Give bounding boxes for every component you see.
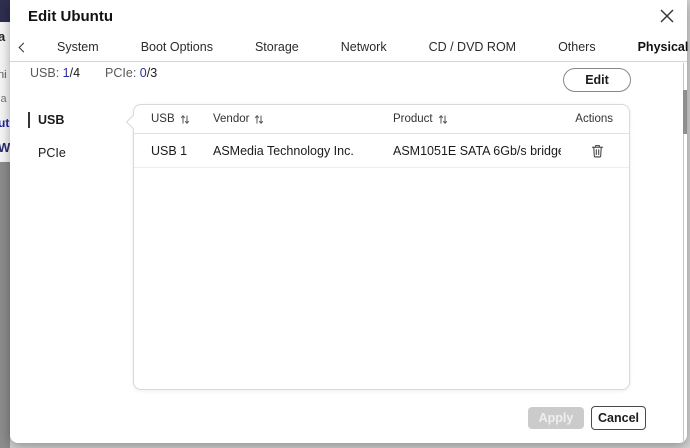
column-header-label: Actions: [575, 113, 613, 125]
nav-item-label: USB: [38, 113, 64, 127]
apply-button[interactable]: Apply: [528, 407, 584, 429]
tab-storage[interactable]: Storage: [234, 34, 320, 62]
background-text-fragment: ni: [0, 69, 7, 81]
sort-icon[interactable]: [254, 114, 264, 125]
column-header-label: Vendor: [213, 113, 249, 125]
sort-icon[interactable]: [438, 114, 448, 125]
usb-count-label: USB:: [30, 66, 59, 80]
pcie-count-label: PCIe:: [105, 66, 136, 80]
tab-system[interactable]: System: [36, 34, 120, 62]
usb-total-count: /4: [70, 66, 80, 80]
nav-item-label: PCIe: [38, 146, 66, 160]
chevron-left-icon: [18, 43, 28, 53]
background-text-fragment: W: [0, 140, 10, 155]
scrollbar-thumb[interactable]: [683, 90, 687, 134]
cell-product: ASM1051E SATA 6Gb/s bridge, AS…: [393, 144, 561, 158]
tab-bar: System Boot Options Storage Network CD /…: [10, 34, 687, 62]
pcie-total-count: /3: [147, 66, 157, 80]
column-header-label: Product: [393, 113, 433, 125]
close-button[interactable]: [656, 5, 678, 27]
tab-others[interactable]: Others: [537, 34, 617, 62]
background-text-fragment: ut: [0, 116, 9, 130]
cell-vendor: ASMedia Technology Inc.: [213, 144, 393, 158]
tabs: System Boot Options Storage Network CD /…: [36, 34, 690, 62]
edit-vm-dialog: Edit Ubuntu System Boot Options Storage …: [10, 0, 687, 443]
close-icon: [660, 9, 674, 23]
usb-used-count: 1: [63, 66, 70, 80]
tab-cd-dvd-rom[interactable]: CD / DVD ROM: [408, 34, 538, 62]
column-header-usb[interactable]: USB: [151, 113, 213, 125]
background-text-fragment: a: [0, 29, 5, 44]
trash-icon: [591, 144, 604, 158]
background-topbar: [0, 0, 10, 22]
cell-usb: USB 1: [151, 144, 213, 158]
pcie-used-count: 0: [140, 66, 147, 80]
nav-item-pcie[interactable]: PCIe: [28, 143, 66, 163]
tab-scroll-left-button[interactable]: [10, 34, 36, 62]
device-type-nav: USB PCIe: [28, 110, 66, 176]
sort-icon[interactable]: [180, 114, 190, 125]
table-row[interactable]: USB 1 ASMedia Technology Inc. ASM1051E S…: [134, 134, 629, 168]
background-text-fragment: la: [0, 93, 7, 105]
delete-device-button[interactable]: [591, 144, 604, 158]
column-header-vendor[interactable]: Vendor: [213, 113, 393, 125]
cancel-button[interactable]: Cancel: [591, 406, 646, 430]
column-header-actions: Actions: [561, 113, 613, 125]
dialog-title: Edit Ubuntu: [28, 8, 113, 25]
background-overlay: [0, 162, 10, 448]
column-header-label: USB: [151, 113, 175, 125]
active-indicator-bar: [28, 112, 30, 128]
tab-boot-options[interactable]: Boot Options: [120, 34, 234, 62]
column-header-product[interactable]: Product: [393, 113, 561, 125]
usb-device-table-panel: USB Vendor Product: [133, 104, 630, 390]
device-usage-summary: USB: 1/4 PCIe: 0/3: [30, 66, 157, 80]
edit-button[interactable]: Edit: [563, 68, 631, 92]
table-header-row: USB Vendor Product: [134, 105, 629, 134]
background-page-sliver: a ni la ut W: [0, 0, 10, 448]
cell-actions: [561, 144, 613, 158]
nav-item-usb[interactable]: USB: [28, 110, 66, 130]
tab-network[interactable]: Network: [320, 34, 408, 62]
tab-physical-devices[interactable]: Physical Devices: [617, 34, 690, 62]
